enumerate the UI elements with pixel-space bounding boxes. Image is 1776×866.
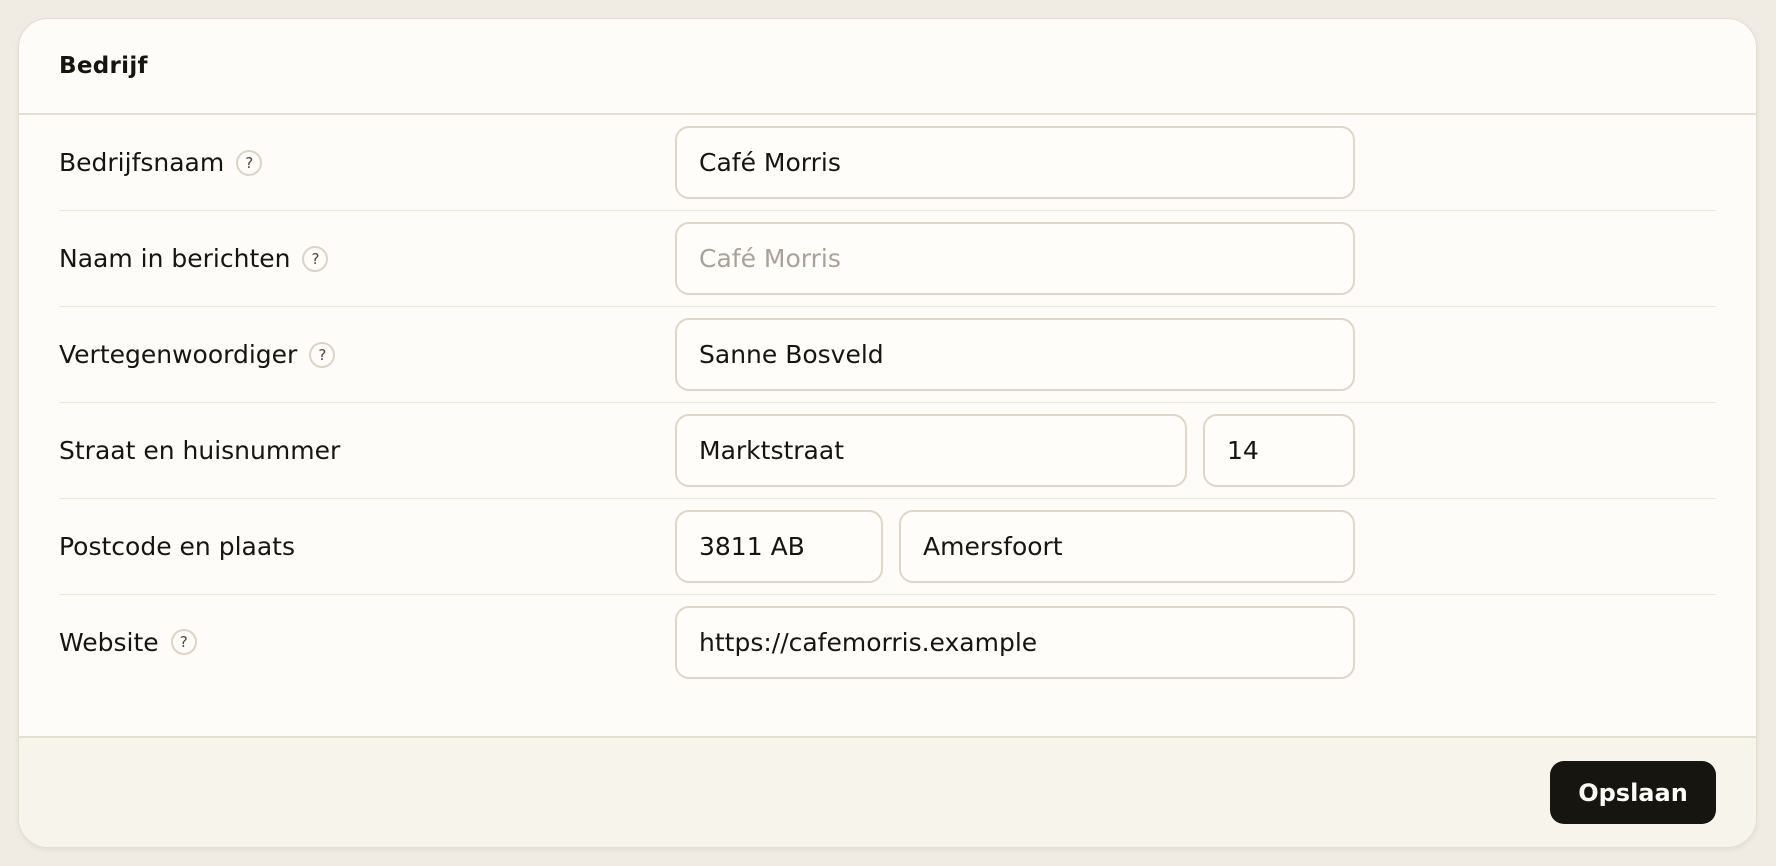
postal-label: Postcode en plaats <box>59 532 295 561</box>
postcode-input[interactable] <box>675 510 883 583</box>
website-input[interactable] <box>675 605 1355 679</box>
form-row-street: Straat en huisnummer <box>59 403 1716 499</box>
company-settings-card: Bedrijf Bedrijfsnaam ? Naam in berichten… <box>18 18 1757 848</box>
street-input[interactable] <box>675 414 1187 487</box>
form-row-postal: Postcode en plaats <box>59 499 1716 595</box>
form-rows: Bedrijfsnaam ? Naam in berichten ? Verte… <box>19 115 1756 689</box>
help-icon[interactable]: ? <box>170 629 197 655</box>
help-icon[interactable]: ? <box>302 245 329 272</box>
form-row-company-name: Bedrijfsnaam ? <box>59 115 1716 211</box>
help-icon[interactable]: ? <box>236 149 263 176</box>
city-input[interactable] <box>899 510 1355 583</box>
card-footer: Opslaan <box>19 736 1756 847</box>
help-icon[interactable]: ? <box>309 341 336 368</box>
house-number-input[interactable] <box>1203 414 1355 487</box>
company-name-input[interactable] <box>675 126 1355 199</box>
website-label: Website <box>59 627 159 657</box>
form-row-website: Website ? <box>59 595 1716 689</box>
form-row-message-name: Naam in berichten ? <box>59 211 1716 307</box>
section-title: Bedrijf <box>59 53 148 79</box>
save-button[interactable]: Opslaan <box>1550 761 1716 824</box>
representative-label: Vertegenwoordiger <box>59 340 298 369</box>
company-name-label: Bedrijfsnaam <box>59 148 225 177</box>
card-header: Bedrijf <box>19 19 1756 115</box>
representative-input[interactable] <box>675 318 1355 391</box>
message-name-input[interactable] <box>675 222 1355 295</box>
message-name-label: Naam in berichten <box>59 244 291 273</box>
form-row-representative: Vertegenwoordiger ? <box>59 307 1716 403</box>
street-label: Straat en huisnummer <box>59 436 341 465</box>
